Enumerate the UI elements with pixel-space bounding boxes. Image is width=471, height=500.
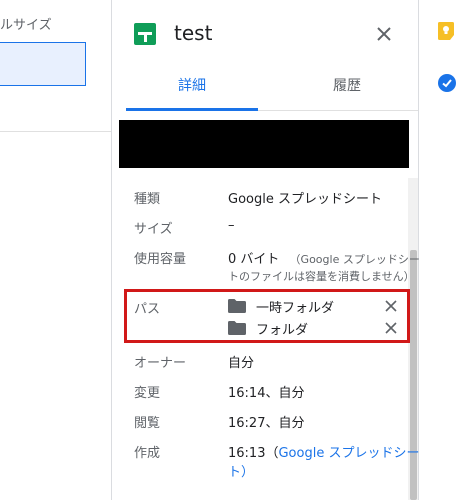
storage-note-line1: （Google スプレッドシー (289, 253, 420, 266)
owner-label: オーナー (134, 356, 187, 371)
storage-value: 0 バイト （Google スプレッドシー (228, 248, 420, 267)
tab-history-label: 履歴 (333, 78, 361, 94)
tasks-icon[interactable] (438, 74, 456, 92)
details-panel: test 詳細 履歴 種類 Google スプレッドシート サイズ – 使用容量… (111, 0, 420, 500)
file-title: test (174, 21, 213, 45)
viewed-value: 16:27、自分 (228, 416, 305, 431)
modified-label: 変更 (134, 386, 161, 401)
size-label: サイズ (134, 222, 173, 237)
storage-bytes: 0 バイト (228, 252, 280, 267)
modified-value: 16:14、自分 (228, 386, 305, 401)
tab-details-label: 詳細 (178, 78, 206, 94)
storage-note-line2: トのファイルは容量を消費しません） (228, 270, 415, 283)
file-preview[interactable] (119, 120, 409, 168)
storage-label: 使用容量 (134, 252, 187, 267)
divider (0, 131, 111, 132)
close-icon[interactable] (374, 24, 394, 44)
created-value-line2: ト） (228, 461, 254, 480)
tab-history[interactable]: 履歴 (276, 70, 418, 110)
created-label: 作成 (134, 446, 161, 461)
side-panel-rail (419, 0, 471, 500)
tab-details[interactable]: 詳細 (126, 70, 258, 111)
scrollbar-thumb[interactable] (410, 250, 417, 500)
active-tab-indicator (126, 108, 258, 111)
created-app-link-end[interactable]: ト） (228, 465, 254, 480)
keep-icon[interactable] (438, 22, 454, 40)
path-highlight-box (124, 289, 410, 343)
created-time: 16:13（ (228, 446, 279, 461)
viewed-label: 閲覧 (134, 416, 161, 431)
sheets-icon (134, 23, 156, 45)
column-header-file-size[interactable]: ルサイズ (0, 14, 52, 33)
type-value: Google スプレッドシート (228, 192, 382, 207)
owner-value: 自分 (228, 356, 255, 371)
created-app-link[interactable]: Google スプレッドシー (278, 446, 419, 461)
file-list-background: ルサイズ (0, 0, 111, 500)
panel-header: test (112, 0, 418, 70)
created-value: 16:13（Google スプレッドシー (228, 442, 419, 461)
type-label: 種類 (134, 192, 161, 207)
tab-bar: 詳細 履歴 (126, 70, 418, 111)
selected-file-row[interactable] (0, 42, 86, 86)
size-value: – (228, 218, 235, 233)
